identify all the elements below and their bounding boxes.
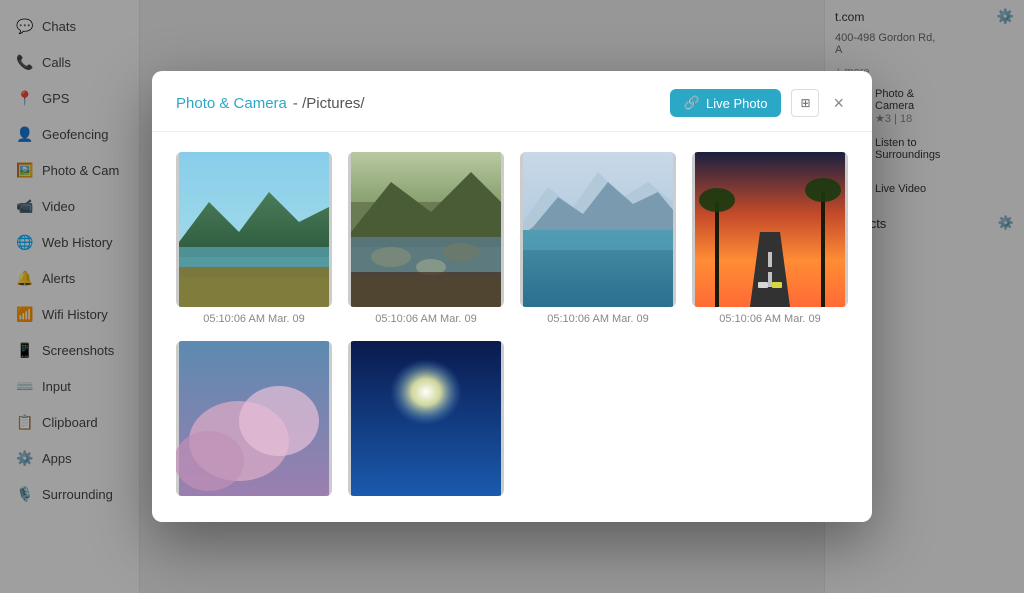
modal-body: 05:10:06 AM Mar. 09 bbox=[152, 132, 872, 522]
modal-title-separator: - bbox=[293, 95, 302, 112]
photo-item-3[interactable]: 05:10:06 AM Mar. 09 bbox=[520, 152, 676, 325]
photo-thumb-2 bbox=[348, 152, 504, 307]
modal-path-value: /Pictures/ bbox=[302, 95, 365, 112]
photo-camera-modal: Photo & Camera - /Pictures/ 🔗 Live Photo… bbox=[152, 71, 872, 522]
modal-header: Photo & Camera - /Pictures/ 🔗 Live Photo… bbox=[152, 71, 872, 132]
photo-timestamp-2: 05:10:06 AM Mar. 09 bbox=[348, 313, 504, 325]
modal-header-actions: 🔗 Live Photo ⊞ × bbox=[670, 89, 848, 117]
photo-item-6[interactable] bbox=[348, 341, 504, 502]
photo-item-4[interactable]: 05:10:06 AM Mar. 09 bbox=[692, 152, 848, 325]
modal-title-app: Photo & Camera bbox=[176, 95, 287, 112]
photo-thumb-4 bbox=[692, 152, 848, 307]
photo-timestamp-1: 05:10:06 AM Mar. 09 bbox=[176, 313, 332, 325]
photo-thumb-1 bbox=[176, 152, 332, 307]
modal-title-path: - /Pictures/ bbox=[293, 95, 365, 112]
photo-item-1[interactable]: 05:10:06 AM Mar. 09 bbox=[176, 152, 332, 325]
photo-timestamp-3: 05:10:06 AM Mar. 09 bbox=[520, 313, 676, 325]
live-photo-label: Live Photo bbox=[706, 96, 767, 111]
grid-view-button[interactable]: ⊞ bbox=[791, 89, 819, 117]
modal-title: Photo & Camera - /Pictures/ bbox=[176, 95, 365, 112]
photo-timestamp-4: 05:10:06 AM Mar. 09 bbox=[692, 313, 848, 325]
modal-overlay[interactable]: Photo & Camera - /Pictures/ 🔗 Live Photo… bbox=[0, 0, 1024, 593]
close-icon: × bbox=[833, 93, 844, 113]
photo-thumb-5 bbox=[176, 341, 332, 496]
photo-thumb-3 bbox=[520, 152, 676, 307]
photo-thumb-6 bbox=[348, 341, 504, 496]
grid-icon: ⊞ bbox=[800, 96, 810, 110]
live-photo-icon: 🔗 bbox=[684, 95, 700, 111]
photo-item-5[interactable] bbox=[176, 341, 332, 502]
modal-close-button[interactable]: × bbox=[829, 92, 848, 114]
photo-item-2[interactable]: 05:10:06 AM Mar. 09 bbox=[348, 152, 504, 325]
live-photo-button[interactable]: 🔗 Live Photo bbox=[670, 89, 782, 117]
photo-grid: 05:10:06 AM Mar. 09 bbox=[176, 152, 848, 502]
